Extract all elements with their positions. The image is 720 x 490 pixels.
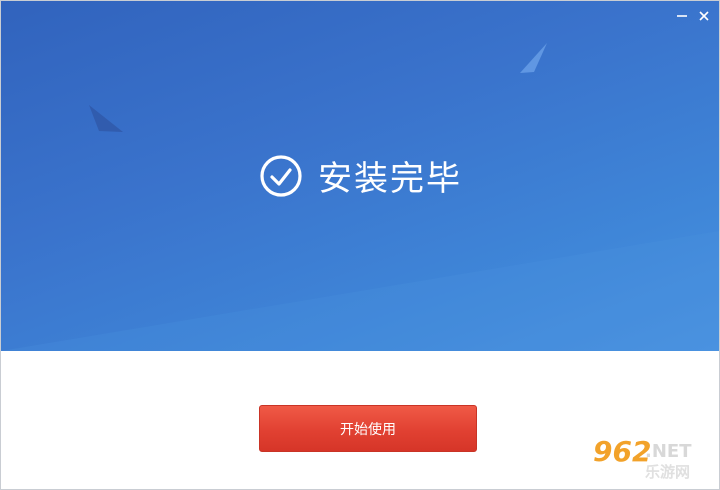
watermark-number: 962 <box>593 435 652 468</box>
completion-status: 安装完毕 <box>1 151 719 200</box>
check-circle-icon <box>260 154 302 197</box>
status-title: 安装完毕 <box>318 159 462 199</box>
title-controls <box>673 7 713 25</box>
banner: 安装完毕 <box>1 1 719 351</box>
paper-plane-shape-right <box>520 43 547 73</box>
paper-plane-shape-left <box>89 105 123 132</box>
site-watermark: 962 .NET 乐游网 <box>575 435 711 481</box>
start-using-button[interactable]: 开始使用 <box>259 405 477 452</box>
watermark-site-name: 乐游网 <box>645 463 691 481</box>
minimize-icon[interactable] <box>673 7 691 25</box>
light-band <box>1 231 719 351</box>
installer-window: 安装完毕 开始使用 962 .NET 乐游网 <box>0 0 720 490</box>
watermark-suffix: .NET <box>645 441 692 462</box>
close-icon[interactable] <box>695 7 713 25</box>
